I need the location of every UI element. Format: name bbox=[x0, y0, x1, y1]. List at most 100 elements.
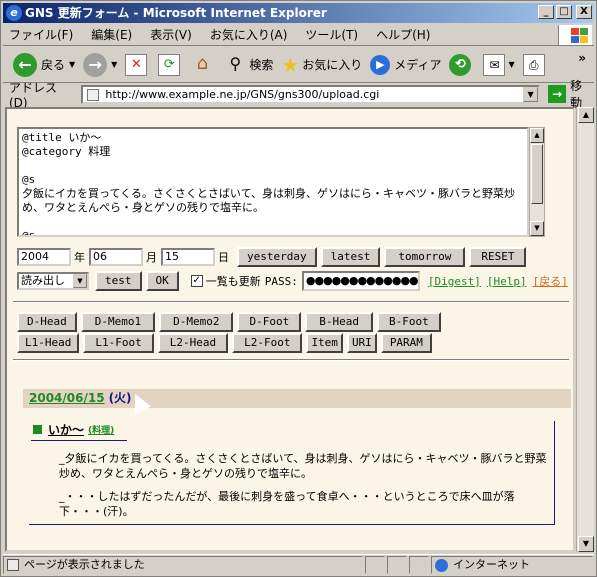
day-unit: 日 bbox=[218, 251, 229, 264]
search-icon: ⚲ bbox=[229, 53, 242, 73]
go-button[interactable]: → 移動 bbox=[548, 77, 594, 111]
media-label: メディア bbox=[394, 58, 442, 72]
tag-button-param[interactable]: PARAM bbox=[380, 333, 432, 353]
mail-button[interactable]: ✉ ▼ bbox=[483, 53, 515, 76]
tag-button-d-head[interactable]: D-Head bbox=[17, 312, 77, 332]
tag-button-l2-head[interactable]: L2-Head bbox=[157, 333, 229, 353]
forward-button[interactable]: → ▼ bbox=[83, 52, 117, 77]
digest-link[interactable]: [Digest] bbox=[428, 275, 481, 288]
window-controls: _ □ X bbox=[538, 5, 592, 19]
date-row: 2004 年 06 月 15 日 yesterday latest tomorr… bbox=[17, 247, 530, 267]
menu-tools[interactable]: ツール(T) bbox=[305, 26, 358, 43]
history-button[interactable]: ⟲ bbox=[449, 53, 475, 76]
ie-logo-icon: e bbox=[6, 5, 22, 21]
preview-paragraph: _夕飯にイカを買ってくる。さくさくとさばいて、身は刺身、ゲソはにら・キャベツ・豚… bbox=[59, 452, 547, 480]
pass-label: PASS: bbox=[264, 274, 298, 288]
go-label: 移動 bbox=[570, 79, 583, 110]
status-message-cell: ページが表示されました bbox=[3, 556, 363, 574]
tag-button-b-foot[interactable]: B-Foot bbox=[376, 312, 441, 332]
month-input[interactable]: 06 bbox=[89, 248, 143, 266]
window-title: GNS 更新フォーム - Microsoft Internet Explorer bbox=[25, 6, 327, 20]
address-input[interactable]: http://www.example.ne.jp/GNS/gns300/uplo… bbox=[81, 84, 541, 104]
menu-bar: ファイル(F) 編集(E) 表示(V) お気に入り(A) ツール(T) ヘルプ(… bbox=[3, 24, 594, 46]
yesterday-button[interactable]: yesterday bbox=[237, 247, 317, 267]
mail-icon: ✉ bbox=[483, 53, 506, 76]
minimize-button[interactable]: _ bbox=[538, 5, 554, 19]
close-button[interactable]: X bbox=[576, 5, 592, 19]
mail-dropdown-icon[interactable]: ▼ bbox=[508, 60, 514, 69]
divider bbox=[13, 301, 569, 303]
standard-toolbar: ← 戻る ▼ → ▼ ✕ ⟳ ⌂ ⚲ 検索 ★ お気に入り ▶ メディア ⟲ ✉… bbox=[3, 47, 594, 83]
security-zone-cell: インターネット bbox=[431, 556, 593, 574]
year-input[interactable]: 2004 bbox=[17, 248, 71, 266]
stop-icon: ✕ bbox=[125, 53, 148, 76]
textarea-scrollbar[interactable]: ▲ ▼ bbox=[529, 127, 545, 237]
tag-row-2: L1-Head L1-Foot L2-Head L2-Foot Item URI… bbox=[17, 333, 436, 353]
maximize-button[interactable]: □ bbox=[556, 5, 572, 19]
search-label: 検索 bbox=[249, 58, 274, 72]
mode-dropdown-icon[interactable]: ▼ bbox=[73, 274, 87, 288]
refresh-button[interactable]: ⟳ bbox=[158, 53, 183, 76]
media-icon: ▶ bbox=[370, 54, 391, 75]
search-button[interactable]: ⚲ 検索 bbox=[224, 54, 273, 76]
month-unit: 月 bbox=[146, 251, 157, 264]
stop-button[interactable]: ✕ bbox=[125, 53, 150, 76]
back-arrow-icon: ← bbox=[13, 52, 37, 77]
textarea-scroll-up-icon[interactable]: ▲ bbox=[530, 128, 544, 143]
status-bar: ページが表示されました インターネット bbox=[3, 554, 594, 575]
page-scrollbar[interactable]: ▲ ▼ bbox=[576, 107, 594, 552]
menu-help[interactable]: ヘルプ(H) bbox=[376, 26, 430, 43]
day-input[interactable]: 15 bbox=[161, 248, 215, 266]
back-label: 戻る bbox=[41, 58, 66, 72]
print-button[interactable]: ⎙ bbox=[522, 53, 548, 76]
forward-dropdown-icon[interactable]: ▼ bbox=[111, 60, 117, 69]
tag-button-d-foot[interactable]: D-Foot bbox=[237, 312, 302, 332]
pass-input[interactable]: ●●●●●●●●●●●●● bbox=[301, 271, 420, 291]
toolbar-chevron-icon[interactable]: » bbox=[578, 51, 586, 65]
ok-button[interactable]: OK bbox=[145, 271, 179, 291]
tag-button-uri[interactable]: URI bbox=[346, 333, 377, 353]
preview-entry-title: いか～ (料理) bbox=[33, 421, 114, 438]
textarea-scroll-down-icon[interactable]: ▼ bbox=[530, 221, 544, 236]
tag-button-l2-foot[interactable]: L2-Foot bbox=[232, 333, 303, 353]
test-button[interactable]: test bbox=[95, 271, 142, 291]
preview-date-link[interactable]: 2004/06/15 bbox=[29, 391, 105, 405]
latest-button[interactable]: latest bbox=[320, 247, 381, 267]
back-dropdown-icon[interactable]: ▼ bbox=[69, 60, 75, 69]
tag-button-l1-foot[interactable]: L1-Foot bbox=[83, 333, 154, 353]
address-bar: アドレス(D) http://www.example.ne.jp/GNS/gns… bbox=[3, 79, 594, 110]
status-cell bbox=[409, 556, 429, 574]
textarea-scroll-thumb[interactable] bbox=[531, 144, 543, 204]
address-dropdown-icon[interactable]: ▼ bbox=[523, 86, 539, 102]
menu-edit[interactable]: 編集(E) bbox=[91, 26, 132, 43]
tag-button-d-memo1[interactable]: D-Memo1 bbox=[80, 312, 156, 332]
reset-button[interactable]: RESET bbox=[469, 247, 527, 267]
category-link[interactable]: (料理) bbox=[88, 423, 114, 436]
home-button[interactable]: ⌂ bbox=[191, 53, 216, 76]
favorites-button[interactable]: ★ お気に入り bbox=[281, 53, 362, 77]
status-message: ページが表示されました bbox=[24, 558, 145, 571]
tag-button-d-memo2[interactable]: D-Memo2 bbox=[159, 312, 234, 332]
tomorrow-button[interactable]: tomorrow bbox=[384, 247, 466, 267]
tag-button-item[interactable]: Item bbox=[306, 333, 343, 353]
preview-date-header: 2004/06/15 (火) bbox=[23, 389, 571, 408]
help-link[interactable]: [Help] bbox=[487, 275, 527, 288]
entry-title-text: いか～ bbox=[48, 423, 85, 437]
menu-file[interactable]: ファイル(F) bbox=[9, 26, 73, 43]
tag-button-b-head[interactable]: B-Head bbox=[305, 312, 373, 332]
menu-favorites[interactable]: お気に入り(A) bbox=[210, 26, 288, 43]
year-unit: 年 bbox=[74, 251, 85, 264]
scroll-up-icon[interactable]: ▲ bbox=[578, 107, 594, 123]
scroll-down-icon[interactable]: ▼ bbox=[578, 536, 594, 552]
tag-button-l1-head[interactable]: L1-Head bbox=[17, 333, 80, 353]
action-row: 読み出し ▼ test OK ✓ 一覧も更新 PASS: ●●●●●●●●●●●… bbox=[17, 271, 568, 291]
menu-view[interactable]: 表示(V) bbox=[150, 26, 192, 43]
back-link[interactable]: [戻る] bbox=[533, 273, 568, 289]
mode-select[interactable]: 読み出し ▼ bbox=[17, 272, 89, 290]
back-button[interactable]: ← 戻る ▼ bbox=[13, 52, 75, 77]
media-button[interactable]: ▶ メディア bbox=[370, 54, 442, 75]
status-cell bbox=[365, 556, 385, 574]
update-list-checkbox[interactable]: ✓ bbox=[190, 275, 203, 287]
entry-textarea[interactable]: @title いか～ @category 料理 @s 夕飯にイカを買ってくる。さ… bbox=[17, 127, 529, 237]
preview-paragraph: _・・・したはずだったんだが、最後に刺身を盛って食卓へ・・・というところで床へ皿… bbox=[59, 490, 515, 518]
